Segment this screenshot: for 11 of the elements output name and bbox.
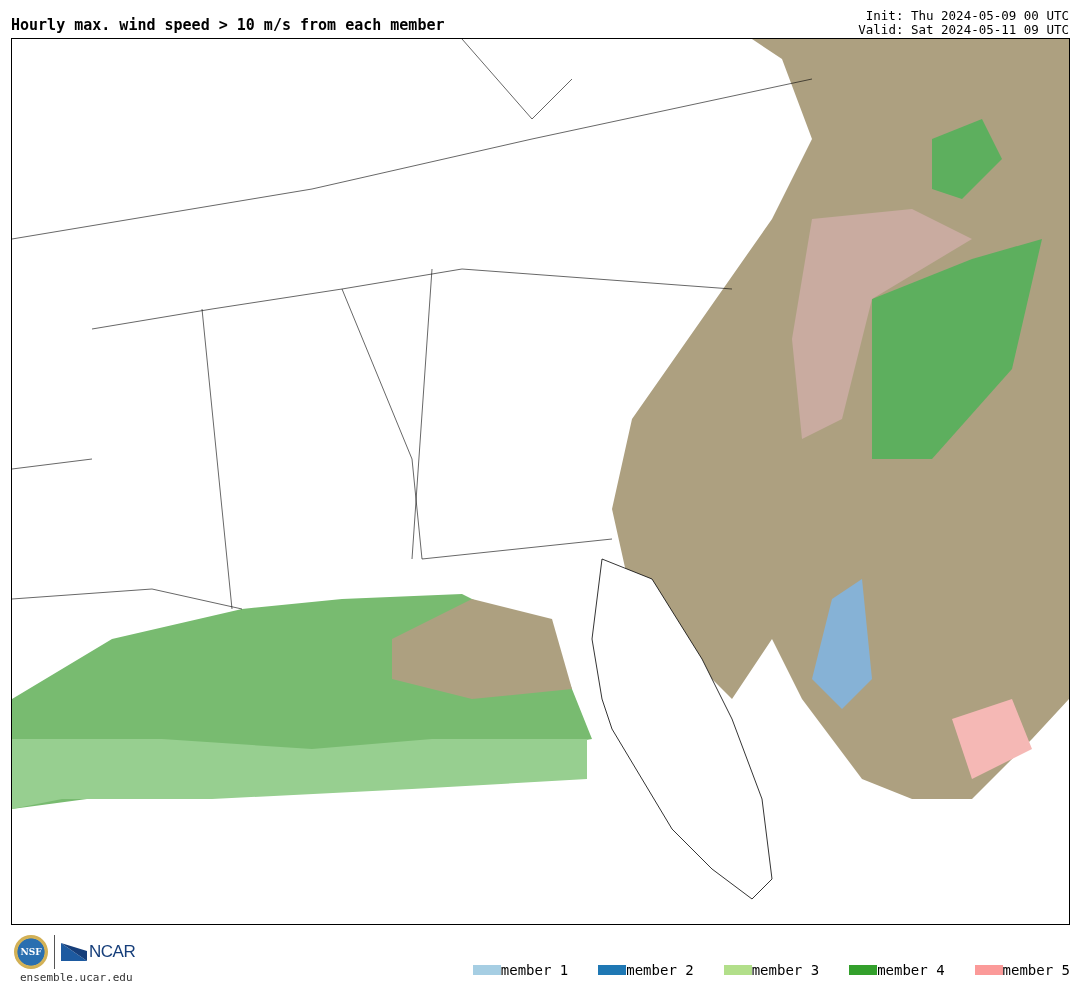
legend-label: member 1 xyxy=(500,962,569,978)
init-time: Init: Thu 2024-05-09 00 UTC xyxy=(865,9,1069,23)
ncar-logo: NCAR xyxy=(61,942,136,962)
website-url: ensemble.ucar.edu xyxy=(19,971,134,984)
nsf-logo: NSF xyxy=(14,935,48,969)
legend-label: member 2 xyxy=(626,962,694,978)
legend-label: member 4 xyxy=(877,962,945,978)
chart-title: Hourly max. wind speed > 10 m/s from each member xyxy=(11,16,445,36)
valid-time: Valid: Sat 2024-05-11 09 UTC xyxy=(858,23,1069,37)
legend-label: member 5 xyxy=(1002,962,1070,978)
legend-label: member 3 xyxy=(751,962,820,978)
